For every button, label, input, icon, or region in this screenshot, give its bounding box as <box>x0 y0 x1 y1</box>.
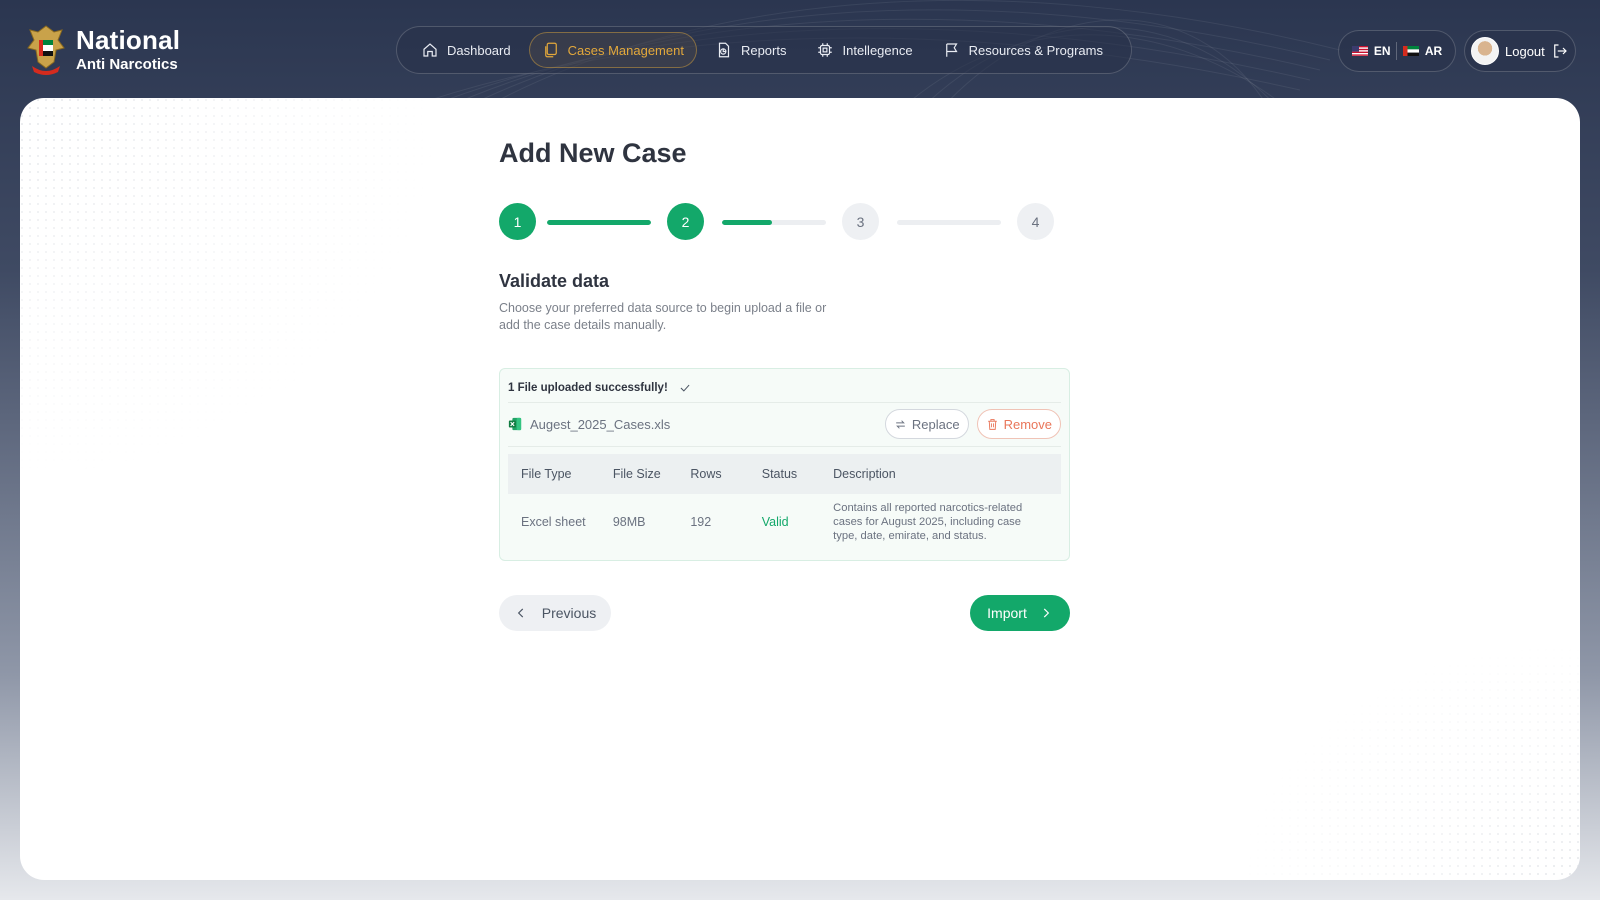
nav-item-label: Intellegence <box>842 42 913 58</box>
column-header-status: Status <box>748 453 821 494</box>
section-description: Choose your preferred data source to beg… <box>499 301 827 332</box>
background-dot-pattern <box>1240 640 1580 880</box>
logout-label[interactable]: Logout <box>1505 44 1545 59</box>
replace-label: Replace <box>911 416 960 432</box>
chip-icon <box>818 43 833 57</box>
background-dot-pattern <box>20 98 440 478</box>
chevron-left-icon <box>517 608 523 618</box>
check-icon <box>680 384 690 392</box>
import-label: Import <box>987 604 1027 621</box>
step-connector-2 <box>722 220 826 225</box>
language-switcher: EN AR <box>1338 30 1456 72</box>
page-title: Add New Case <box>499 138 687 168</box>
step-connector-3 <box>897 220 1001 225</box>
replace-button[interactable]: Replace <box>884 409 969 440</box>
excel-file-icon <box>508 418 522 431</box>
step-progress-fill <box>722 220 772 225</box>
home-icon <box>423 43 437 57</box>
files-icon <box>544 42 557 58</box>
remove-button[interactable]: Remove <box>976 409 1061 440</box>
nav-item-intellegence[interactable]: Intellegence <box>804 32 924 68</box>
cell-rows: 192 <box>690 514 712 529</box>
file-name: Augest_2025_Cases.xls <box>530 416 671 432</box>
form-actions: Previous Import <box>499 594 1070 631</box>
column-header-rows: Rows <box>677 453 749 494</box>
import-button[interactable]: Import <box>970 594 1070 631</box>
emblem-icon <box>27 25 65 75</box>
step-connector-1 <box>547 220 651 225</box>
cell-status: Valid <box>761 514 789 529</box>
language-label-en: EN <box>1373 44 1391 58</box>
brand-logo[interactable]: National Anti Narcotics <box>24 22 180 78</box>
nav-item-cases-management[interactable]: Cases Management <box>528 32 697 68</box>
user-menu[interactable]: Logout <box>1464 30 1576 72</box>
uae-flag-icon <box>1402 46 1419 56</box>
column-header-file-size: File Size <box>599 453 678 494</box>
language-option-ar[interactable]: AR <box>1402 44 1443 58</box>
section-title: Validate data <box>499 271 610 291</box>
language-label-ar: AR <box>1424 44 1443 58</box>
previous-label: Previous <box>541 604 597 621</box>
stepper: 1 2 3 4 <box>499 203 1071 243</box>
avatar <box>1471 37 1499 65</box>
column-header-description: Description <box>820 453 1061 494</box>
step-1[interactable]: 1 <box>499 203 536 240</box>
cell-file-type: Excel sheet <box>521 514 586 529</box>
column-header-file-type: File Type <box>508 453 600 494</box>
language-option-en[interactable]: EN <box>1351 44 1391 58</box>
trash-icon <box>987 418 997 430</box>
table-row: Excel sheet 98MB 192 Valid Contains all … <box>508 494 1061 550</box>
chevron-right-icon <box>1043 608 1050 618</box>
uploaded-file-row: Augest_2025_Cases.xls Replace Remove <box>508 403 1061 447</box>
step-progress-fill <box>547 220 651 225</box>
upload-status: 1 File uploaded successfully! <box>508 375 1061 403</box>
nav-item-label: Dashboard <box>447 42 511 58</box>
cell-file-size: 98MB <box>612 514 646 529</box>
step-2[interactable]: 2 <box>667 203 704 240</box>
step-4[interactable]: 4 <box>1017 203 1054 240</box>
us-flag-icon <box>1351 46 1368 56</box>
main-card: Add New Case 1 2 3 4 Validate data Choos… <box>20 98 1580 880</box>
step-3[interactable]: 3 <box>842 203 879 240</box>
nav-item-label: Resources & Programs <box>968 42 1103 58</box>
cell-description: Contains all reported narcotics-related … <box>833 501 1023 542</box>
add-case-form: Add New Case 1 2 3 4 Validate data Choos… <box>499 138 1071 631</box>
replace-icon <box>896 420 905 429</box>
brand-subtitle: Anti Narcotics <box>76 56 178 74</box>
report-icon <box>718 42 730 58</box>
upload-status-text: 1 File uploaded successfully! <box>508 382 668 395</box>
upload-result-panel: 1 File uploaded successfully! Augest_202… <box>499 367 1070 561</box>
file-details-table: File Type File Size Rows Status Descript… <box>508 453 1061 550</box>
nav-item-dashboard[interactable]: Dashboard <box>409 32 523 68</box>
nav-item-resources-programs[interactable]: Resources & Programs <box>931 32 1115 68</box>
nav-item-reports[interactable]: Reports <box>703 32 799 68</box>
table-header-row: File Type File Size Rows Status Descript… <box>508 453 1061 494</box>
nav-item-label: Reports <box>740 42 787 58</box>
main-navigation: Dashboard Cases Management Reports Intel… <box>396 26 1132 74</box>
logout-icon[interactable] <box>1551 42 1569 60</box>
remove-label: Remove <box>1003 416 1052 432</box>
nav-item-label: Cases Management <box>567 42 684 58</box>
flag-icon <box>945 43 958 57</box>
brand-title: National <box>76 25 181 56</box>
previous-button[interactable]: Previous <box>499 594 611 631</box>
language-divider <box>1396 42 1398 60</box>
